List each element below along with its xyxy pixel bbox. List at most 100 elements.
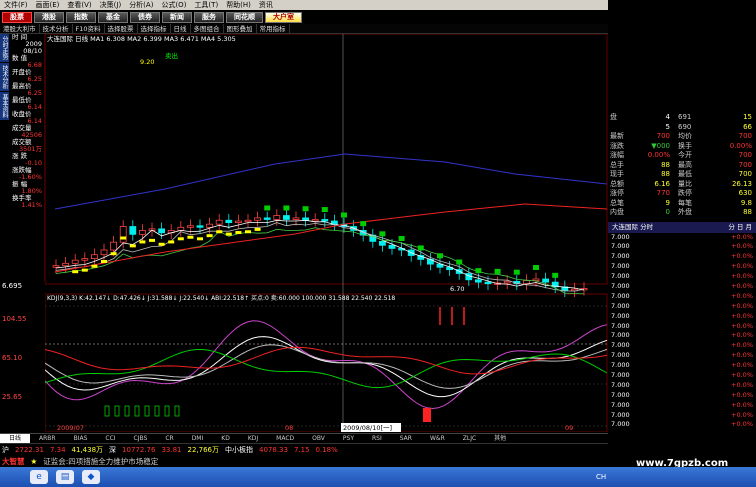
signal-marker (533, 265, 539, 270)
quote-panel: 盘 4 691 15 5 690 66 最新 700 均价 700 涨跌 ▼000 换手 0.00% 涨幅 0… (608, 113, 756, 433)
pulse-marker (124, 405, 130, 417)
price-left-label: 6.695 (2, 282, 23, 290)
minute-title[interactable]: 大连国际 分时 分 日 月 (608, 221, 756, 233)
trade-row: 7.000 +0.0% (608, 411, 756, 421)
indicator-tab[interactable]: W&R (421, 434, 454, 443)
sub-tool[interactable]: 技术分析 (40, 24, 73, 33)
ie-icon[interactable]: e (30, 470, 48, 484)
sub-tool[interactable]: 日线 (171, 24, 191, 33)
menu-item[interactable]: 查看(V) (63, 0, 95, 10)
trade-row: 7.000 +0.0% (608, 272, 756, 282)
nav-button[interactable]: 同花顺 (226, 11, 263, 23)
trade-change: +0.0% (731, 370, 753, 379)
signal-marker (245, 230, 251, 234)
menu-item[interactable]: 工具(T) (190, 0, 222, 10)
quote-label: 涨跌 (610, 141, 624, 150)
trade-row: 7.000 +0.0% (608, 242, 756, 252)
sub-tool[interactable]: 常用指标 (257, 24, 290, 33)
candle-body (321, 219, 329, 222)
trade-row: 7.000 +0.0% (608, 351, 756, 361)
quote-row: 涨停 770 跌停 630 (608, 189, 756, 199)
quote-label: 换手 (678, 141, 692, 150)
indicator-tab[interactable]: MACD (267, 434, 303, 443)
left-info-panel: 分时走势 技术分析 基本资料 时 间 2009 08/10 数 值 6.68 开盘价 6.25 最… (0, 34, 45, 282)
menu-item[interactable]: 决策(J) (96, 0, 126, 10)
menu-item[interactable]: 画面(E) (32, 0, 64, 10)
indicator-tab[interactable]: 日线 (0, 434, 31, 443)
indicator-tab[interactable]: OBV (303, 434, 334, 443)
indicator-tab[interactable]: KD (212, 434, 239, 443)
kline-chart[interactable]: 大连国际 日线 MA1 6.308 MA2 6.399 MA3 6.471 MA… (44, 33, 608, 433)
top-right-area (608, 0, 756, 113)
trade-change: +0.0% (731, 380, 753, 389)
ticker-change-sh: 7.34 (49, 445, 66, 454)
indicator-tab[interactable]: 其他 (485, 434, 515, 443)
systray-lang[interactable]: CH (596, 473, 606, 481)
quote-value: 26.13 (731, 179, 752, 188)
sub-tool[interactable]: 图形叠加 (224, 24, 257, 33)
vertical-tabs: 分时走势 技术分析 基本资料 (0, 34, 9, 282)
nav-button[interactable]: 服务 (194, 11, 224, 23)
nav-button[interactable]: 指数 (66, 11, 96, 23)
news-text[interactable]: 证监会:四项措施全力维护市场稳定 (43, 456, 158, 467)
date-mark: 09 (565, 424, 573, 432)
indicator-tab[interactable]: SAR (391, 434, 421, 443)
nav-button[interactable]: 债券 (130, 11, 160, 23)
sub-tool[interactable]: 港股大利市 (0, 24, 40, 33)
trade-row: 7.000 +0.0% (608, 282, 756, 292)
menu-item[interactable]: 公式(O) (157, 0, 190, 10)
menu-item[interactable]: 文件(F) (0, 0, 32, 10)
indicator-tab[interactable]: CCI (96, 434, 124, 443)
quote-row: 最新 700 均价 700 (608, 132, 756, 142)
trade-price: 7.000 (611, 321, 630, 330)
nav-button[interactable]: 股票 (2, 11, 32, 23)
menu-item[interactable]: 帮助(H) (222, 0, 255, 10)
nav-button[interactable]: 新闻 (162, 11, 192, 23)
news-bar[interactable]: 大智慧 ★ 证监会:四项措施全力维护市场稳定 (0, 455, 608, 467)
indicator-tab[interactable]: RSI (363, 434, 391, 443)
chart-area[interactable]: 大连国际 日线 MA1 6.308 MA2 6.399 MA3 6.471 MA… (44, 33, 608, 433)
trade-row: 7.000 +0.0% (608, 312, 756, 322)
minute-title-right[interactable]: 分 日 月 (728, 222, 752, 233)
indicator-tab[interactable]: BIAS (65, 434, 97, 443)
signal-marker (177, 237, 184, 241)
sub-tool[interactable]: 多图组合 (191, 24, 224, 33)
quote-row: 总额 6.16 量比 26.13 (608, 180, 756, 190)
app-icon[interactable]: ◆ (82, 470, 100, 484)
indicator-tab[interactable]: KDJ (239, 434, 267, 443)
trade-price: 7.000 (611, 361, 630, 370)
ticker-label-sh: 沪 (2, 445, 9, 454)
vertical-tab[interactable]: 分时走势 (0, 34, 9, 63)
trade-row: 7.000 +0.0% (608, 302, 756, 312)
trade-row: 7.000 +0.0% (608, 341, 756, 351)
pulse-marker (114, 405, 120, 417)
nav-button[interactable]: 基金 (98, 11, 128, 23)
indicator-tab[interactable]: CJBS (125, 434, 157, 443)
menu-item[interactable]: 资讯 (255, 0, 277, 10)
trade-list: 7.000 +0.0% 7.000 +0.0% 7.000 +0.0% 7.000 +0.0%… (608, 233, 756, 431)
pulse-marker (174, 405, 180, 417)
indicator-tab[interactable]: PSY (334, 434, 363, 443)
sub-tool[interactable]: 选择指标 (138, 24, 171, 33)
quote-row: 涨幅 0.00% 今开 700 (608, 151, 756, 161)
label-sell: 卖出 (165, 51, 178, 60)
ticker-pct-zx: 0.18% (315, 445, 338, 454)
indicator-tab[interactable]: CR (156, 434, 182, 443)
nav-bar: 股票 港股 指数 基金 债券 新闻 服务 同花顺 大户室 (0, 10, 430, 24)
menu-item[interactable]: 分析(A) (125, 0, 157, 10)
nav-button[interactable]: 大户室 (265, 11, 302, 23)
indicator-tab[interactable]: ARBR (30, 434, 65, 443)
sub-tool[interactable]: 选择股票 (105, 24, 138, 33)
sub-tool[interactable]: F10资料 (73, 24, 105, 33)
quote-label: 每笔 (678, 198, 692, 207)
folder-icon[interactable]: ▤ (56, 470, 74, 484)
indicator-tab[interactable]: DMI (183, 434, 213, 443)
label-low: 6.70 (450, 285, 464, 293)
nav-button[interactable]: 港股 (34, 11, 64, 23)
quote-label: 总手 (610, 160, 624, 169)
pulse-marker (164, 405, 170, 417)
vertical-tab[interactable]: 技术分析 (0, 63, 9, 92)
vertical-tab[interactable]: 基本资料 (0, 92, 9, 121)
indicator-tab[interactable]: ZLJC (454, 434, 485, 443)
quote-row: 总笔 9 每笔 9.8 (608, 199, 756, 209)
